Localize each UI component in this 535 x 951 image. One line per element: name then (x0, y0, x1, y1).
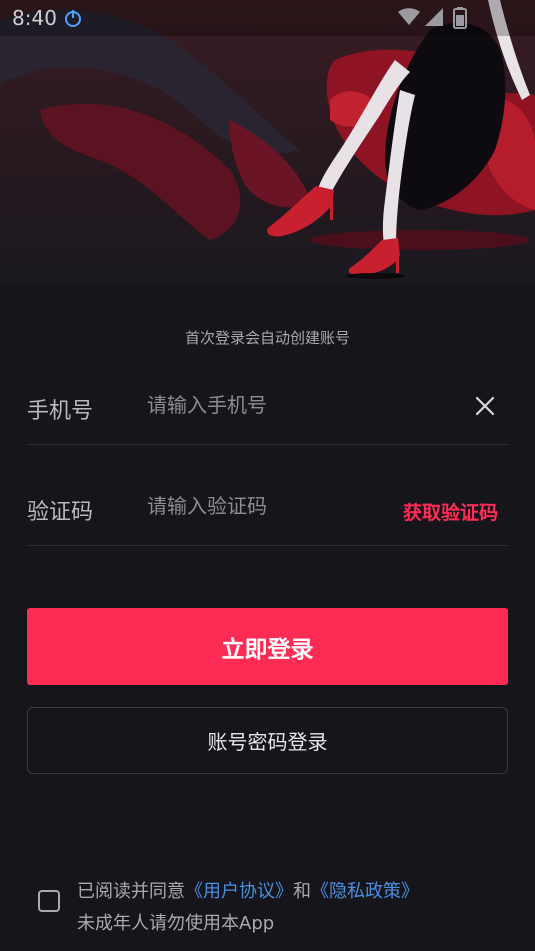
hero-illustration (0, 0, 535, 285)
wifi-icon (397, 7, 421, 31)
phone-row: 手机号 (27, 355, 508, 445)
privacy-policy-link[interactable]: 《隐私政策》 (311, 881, 419, 902)
verification-code-row: 验证码 获取验证码 (27, 456, 508, 546)
login-button[interactable]: 立即登录 (27, 608, 508, 685)
signal-icon (423, 7, 445, 31)
close-icon[interactable] (474, 395, 496, 417)
status-bar: 8:40 (0, 0, 535, 36)
user-agreement-link[interactable]: 《用户协议》 (185, 881, 293, 902)
phone-label: 手机号 (27, 399, 94, 424)
code-label: 验证码 (27, 500, 94, 525)
get-code-button[interactable]: 获取验证码 (403, 498, 498, 525)
auto-create-account-hint: 首次登录会自动创建账号 (184, 329, 350, 347)
agreement-text: 已阅读并同意《用户协议》和《隐私政策》 未成年人请勿使用本App (77, 876, 419, 940)
battery-icon (453, 7, 467, 33)
agreement-prefix: 已阅读并同意 (77, 881, 185, 902)
password-login-button[interactable]: 账号密码登录 (27, 707, 508, 774)
minor-notice: 未成年人请勿使用本App (77, 913, 275, 934)
agreement-section: 已阅读并同意《用户协议》和《隐私政策》 未成年人请勿使用本App (38, 876, 508, 936)
agreement-checkbox[interactable] (38, 890, 60, 912)
phone-input[interactable] (147, 393, 447, 417)
agreement-and: 和 (293, 881, 311, 902)
app-notification-icon (65, 10, 81, 27)
status-time: 8:40 (12, 6, 57, 30)
